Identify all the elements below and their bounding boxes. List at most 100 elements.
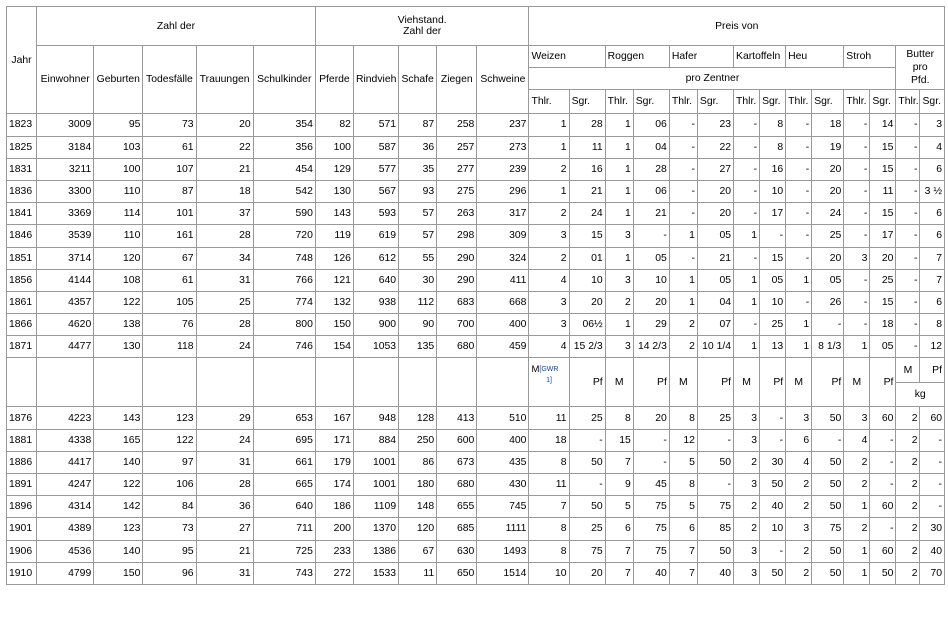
- table-row: 1886 4417 140 97 31 661 179 1001 86 673 435 8 50 7-5 5…: [5, 450, 945, 475]
- table-cell: 7: [604, 450, 634, 475]
- table-cell: 25: [869, 268, 897, 292]
- table-cell: 28: [568, 113, 606, 137]
- table-cell: -: [895, 179, 921, 204]
- table-cell: -: [733, 313, 761, 337]
- table-cell: 1: [604, 135, 634, 159]
- marker-blank: [436, 357, 478, 408]
- footnote-link-gwr[interactable]: [GWR: [539, 366, 558, 373]
- table-cell: 25: [568, 517, 606, 541]
- table-cell: -: [895, 313, 921, 337]
- table-cell: 112: [398, 290, 438, 315]
- table-cell: 1: [733, 268, 761, 292]
- table-cell: 90: [398, 313, 438, 337]
- table-cell: 277: [436, 157, 478, 181]
- header-schweine: Schweine: [476, 44, 530, 115]
- table-cell: 459: [476, 335, 530, 359]
- table-cell: 82: [314, 113, 354, 137]
- header-preis-von: Preis von: [528, 6, 945, 46]
- table-cell: 21: [195, 539, 254, 563]
- table-cell: 1: [733, 335, 761, 359]
- table-cell: 123: [93, 517, 144, 541]
- table-cell: 4799: [36, 561, 95, 585]
- table-cell: 4389: [36, 517, 95, 541]
- table-cell: 50: [696, 450, 735, 475]
- table-cell: 200: [314, 517, 354, 541]
- table-cell: 2: [895, 428, 921, 452]
- table-cell: 4: [843, 428, 871, 452]
- year-cell: 1841: [5, 202, 38, 226]
- table-cell: 250: [398, 428, 438, 452]
- table-cell: 128: [398, 406, 438, 430]
- table-cell: 711: [252, 517, 316, 541]
- table-cell: 15: [869, 157, 897, 181]
- table-cell: 571: [352, 113, 400, 137]
- year-cell: 1881: [5, 428, 38, 452]
- table-cell: 15: [568, 224, 606, 248]
- table-cell: -: [869, 517, 897, 541]
- table-row: 1901 4389 123 73 27 711 200 1370 120 685 1111 8 25 6 7…: [5, 517, 945, 541]
- table-row: 1861 4357 122 105 25 774 132 938 112 683 668 3 20 2 20…: [5, 290, 945, 315]
- table-cell: 1: [604, 157, 634, 181]
- table-cell: 50: [811, 472, 845, 497]
- table-cell: -: [785, 135, 813, 159]
- table-row: 1866 4620 138 76 28 800 150 900 90 700 400 3 06½ 1 29 2…: [5, 313, 945, 337]
- marker-blank: [93, 357, 144, 408]
- table-row: 1891 4247 122 106 28 665 174 1001 180 680 430 11-9 4…: [5, 472, 945, 497]
- header-weizen-sgr: Sgr.: [568, 89, 606, 115]
- table-cell: 28: [195, 224, 254, 248]
- table-cell: 273: [476, 135, 530, 159]
- table-cell: 1: [528, 113, 570, 137]
- header-geburten: Geburten: [93, 44, 144, 115]
- table-cell: 107: [142, 157, 197, 181]
- table-cell: 2: [733, 495, 761, 519]
- year-cell: 1901: [5, 517, 38, 541]
- table-cell: 05: [811, 268, 845, 292]
- table-cell: 5: [604, 495, 634, 519]
- table-cell: 2: [895, 561, 921, 585]
- table-cell: 309: [476, 224, 530, 248]
- table-cell: 640: [252, 495, 316, 519]
- table-cell: 1: [528, 135, 570, 159]
- marker-blank: [352, 357, 400, 408]
- table-cell: 653: [252, 406, 316, 430]
- table-cell: 25: [568, 406, 606, 430]
- table-row: 1841 3369 114 101 37 590 143 593 57 263 317 2 24 1 21-…: [5, 202, 945, 226]
- table-cell: -: [733, 179, 761, 204]
- header-year: Jahr: [5, 5, 38, 115]
- table-cell: 1514: [476, 561, 530, 585]
- table-cell: 35: [398, 157, 438, 181]
- table-cell: 630: [436, 539, 478, 563]
- table-cell: 4: [528, 335, 570, 359]
- table-body-new: 1876 4223 143 123 29 653 167 948 128 413 510 11 25 8 2…: [5, 406, 945, 585]
- table-row: 1871 4477 130 118 24 746 154 1053 135 680 459 4 15 2…: [5, 335, 945, 359]
- table-cell: 75: [632, 517, 670, 541]
- table-cell: 6: [919, 290, 945, 315]
- table-cell: 272: [314, 561, 354, 585]
- table-cell: -: [919, 472, 945, 497]
- table-cell: 121: [314, 268, 354, 292]
- table-cell: 14: [869, 113, 897, 137]
- table-row: 1896 4314 142 84 36 640 186 1109 148 655 745 7 50 5 75…: [5, 495, 945, 519]
- marker-hafer-m: M: [668, 357, 698, 408]
- header-kartoffeln: Kartoffeln: [733, 44, 787, 69]
- table-cell: 50: [696, 539, 735, 563]
- table-cell: 3: [604, 224, 634, 248]
- table-cell: 28: [195, 472, 254, 497]
- header-todesfaelle: Todesfälle: [142, 44, 197, 115]
- table-cell: -: [895, 202, 921, 226]
- year-cell: 1831: [5, 157, 38, 181]
- table-cell: 1: [668, 268, 698, 292]
- table-cell: 114: [93, 202, 144, 226]
- footnote-link-gwr-cont[interactable]: 1]: [531, 375, 566, 386]
- header-hafer-thlr: Thlr.: [668, 89, 698, 115]
- table-row: 1856 4144 108 61 31 766 121 640 30 290 411 4 10 3 10 1 0…: [5, 268, 945, 292]
- table-cell: 7: [604, 539, 634, 563]
- table-cell: 10: [759, 517, 787, 541]
- table-cell: 122: [93, 472, 144, 497]
- header-einwohner: Einwohner: [36, 44, 95, 115]
- table-cell: 720: [252, 224, 316, 248]
- table-cell: 5: [668, 450, 698, 475]
- year-cell: 1836: [5, 179, 38, 204]
- table-cell: 171: [314, 428, 354, 452]
- table-cell: 75: [811, 517, 845, 541]
